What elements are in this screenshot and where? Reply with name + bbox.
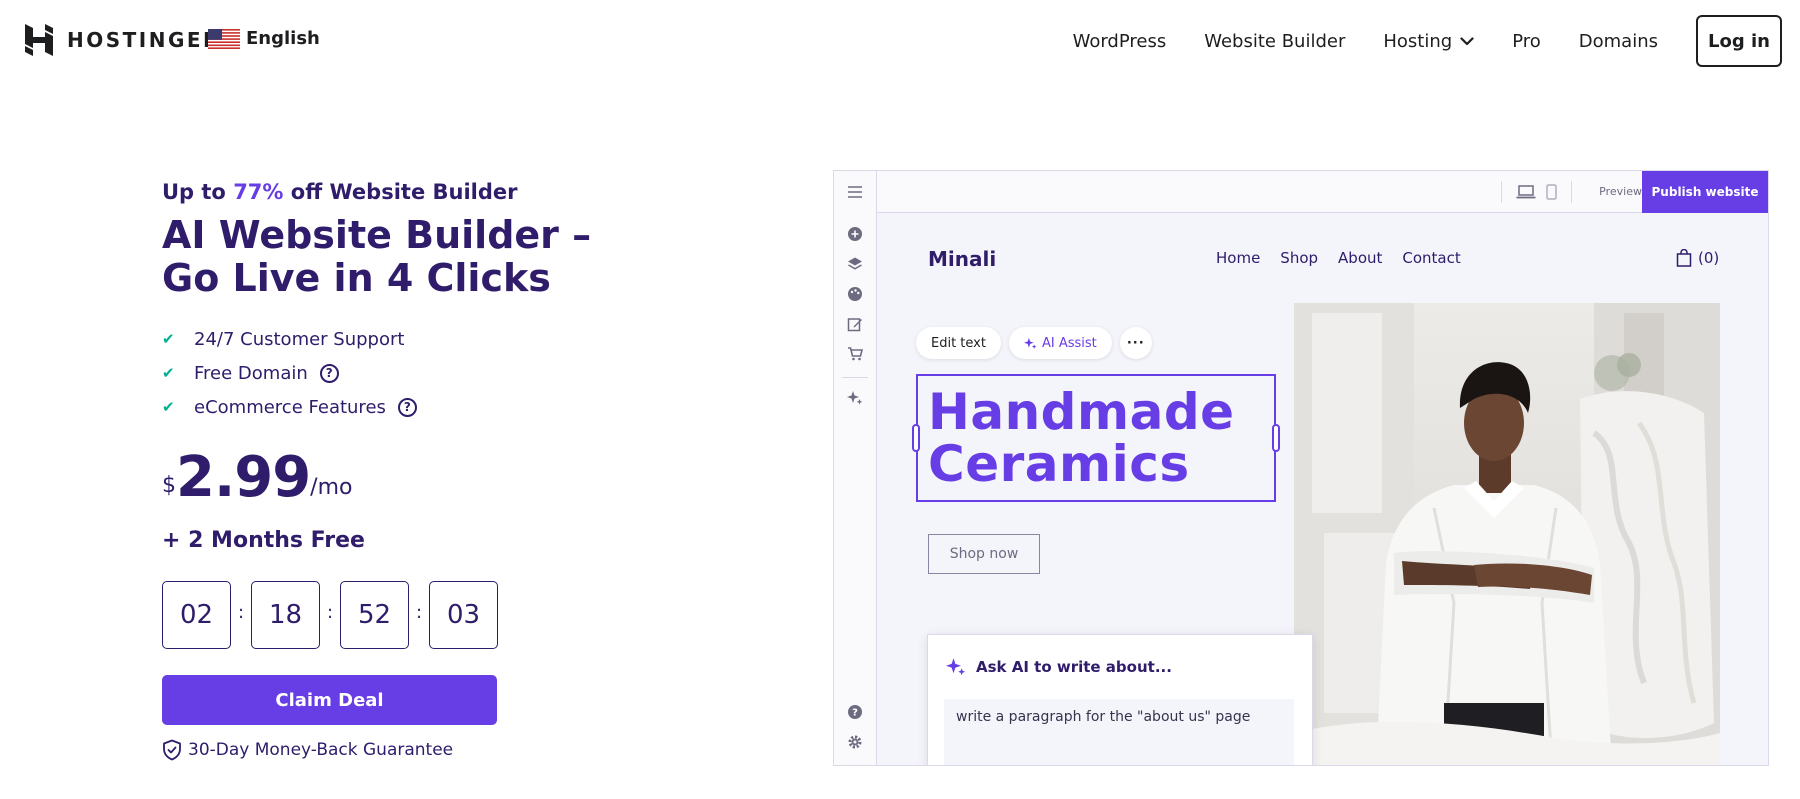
timer-separator: :	[415, 601, 423, 623]
site-nav-shop[interactable]: Shop	[1280, 249, 1318, 267]
promo-suffix: off Website Builder	[290, 180, 518, 204]
shopping-bag-icon	[1676, 249, 1692, 267]
feature-label: 24/7 Customer Support	[194, 328, 405, 350]
layers-icon[interactable]	[846, 255, 864, 273]
cart-count: (0)	[1698, 249, 1720, 267]
more-options-icon[interactable]: ···	[1119, 327, 1152, 359]
svg-text:?: ?	[852, 708, 858, 719]
site-nav-about[interactable]: About	[1338, 249, 1382, 267]
site-logo: Minali	[928, 247, 997, 271]
page-title: AI Website Builder – Go Live in 4 Clicks	[162, 213, 592, 300]
site-header: HOSTINGER English WordPress Website Buil…	[0, 0, 1800, 82]
timer-minutes: 52	[340, 581, 409, 649]
mobile-view-icon[interactable]	[1546, 184, 1557, 200]
headline-line: Handmade	[928, 383, 1235, 441]
ai-writer-header: Ask AI to write about...	[946, 657, 1172, 677]
brand-name: HOSTINGER	[67, 28, 221, 52]
login-button[interactable]: Log in	[1696, 15, 1782, 67]
language-label: English	[246, 28, 320, 49]
chevron-down-icon	[1460, 36, 1474, 45]
nav-domains[interactable]: Domains	[1579, 31, 1658, 52]
hero-photo-illustration	[1294, 303, 1720, 765]
editor-topbar: Preview Publish website	[877, 171, 1768, 213]
resize-handle-right[interactable]	[1272, 424, 1280, 452]
hero-section: Up to 77% off Website Builder AI Website…	[162, 180, 722, 761]
timer-separator: :	[237, 601, 245, 623]
help-icon[interactable]: ?	[846, 703, 864, 721]
language-selector[interactable]: English	[208, 28, 320, 49]
nav-hosting-label: Hosting	[1383, 30, 1453, 52]
feature-label: eCommerce Features	[194, 396, 386, 418]
price-currency: $	[162, 473, 176, 498]
us-flag-icon	[208, 28, 240, 49]
builder-mockup: ? Preview Publish website Minali Home Sh…	[833, 170, 1769, 766]
nav-hosting[interactable]: Hosting	[1383, 31, 1474, 52]
edit-text-button[interactable]: Edit text	[916, 327, 1001, 359]
site-cart[interactable]: (0)	[1676, 249, 1719, 267]
site-nav-contact[interactable]: Contact	[1402, 249, 1460, 267]
check-icon: ✔	[162, 364, 175, 382]
feature-item: ✔ 24/7 Customer Support	[162, 322, 722, 356]
cart-icon[interactable]	[846, 345, 864, 363]
text-edit-toolbar: Edit text AI Assist ···	[916, 327, 1152, 359]
feature-list: ✔ 24/7 Customer Support ✔ Free Domain ? …	[162, 322, 722, 424]
nav-wordpress[interactable]: WordPress	[1073, 31, 1167, 52]
ai-writer-panel: Ask AI to write about... write a paragra…	[927, 634, 1313, 765]
add-element-icon[interactable]	[846, 225, 864, 243]
edit-page-icon[interactable]	[846, 315, 864, 333]
ai-sparkle-icon	[1023, 337, 1037, 349]
publish-website-button[interactable]: Publish website	[1642, 171, 1768, 213]
timer-days: 02	[162, 581, 231, 649]
ai-assist-button[interactable]: AI Assist	[1008, 327, 1112, 359]
nav-pro[interactable]: Pro	[1512, 31, 1541, 52]
promo-prefix: Up to	[162, 180, 226, 204]
menu-icon[interactable]	[846, 183, 864, 201]
preview-button[interactable]: Preview	[1599, 185, 1642, 198]
price-period: /mo	[310, 475, 353, 500]
check-icon: ✔	[162, 330, 175, 348]
site-headline: Handmade Ceramics	[928, 386, 1235, 490]
palette-icon[interactable]	[846, 285, 864, 303]
check-icon: ✔	[162, 398, 175, 416]
hostinger-logo[interactable]: HOSTINGER	[25, 24, 221, 56]
guarantee-label: 30-Day Money-Back Guarantee	[188, 740, 454, 760]
gear-icon[interactable]	[846, 733, 864, 751]
ai-sparkle-icon[interactable]	[846, 389, 864, 407]
hero-photo	[1294, 303, 1720, 765]
promo-banner: Up to 77% off Website Builder	[162, 180, 722, 204]
sidebar-divider	[842, 377, 868, 378]
ai-writer-title: Ask AI to write about...	[976, 658, 1172, 676]
headline-line: Ceramics	[928, 435, 1190, 493]
ai-assist-label: AI Assist	[1041, 335, 1097, 351]
feature-item: ✔ eCommerce Features ?	[162, 390, 722, 424]
timer-hours: 18	[251, 581, 320, 649]
selected-headline[interactable]: Handmade Ceramics	[912, 374, 1280, 502]
price-amount: 2.99	[176, 445, 311, 510]
editor-sidebar: ?	[834, 171, 877, 765]
hostinger-logo-icon	[25, 24, 53, 56]
site-nav: Home Shop About Contact	[1216, 249, 1461, 267]
ai-sparkle-icon	[946, 658, 966, 676]
feature-item: ✔ Free Domain ?	[162, 356, 722, 390]
timer-separator: :	[326, 601, 334, 623]
shop-now-button[interactable]: Shop now	[928, 534, 1040, 574]
price: $ 2.99 /mo	[162, 450, 722, 506]
shield-check-icon	[163, 739, 181, 761]
help-icon[interactable]: ?	[397, 397, 417, 417]
site-nav-home[interactable]: Home	[1216, 249, 1260, 267]
timer-seconds: 03	[429, 581, 498, 649]
desktop-view-icon[interactable]	[1516, 185, 1536, 199]
claim-deal-button[interactable]: Claim Deal	[162, 675, 497, 725]
promo-discount: 77%	[233, 180, 284, 204]
ai-prompt-input[interactable]: write a paragraph for the "about us" pag…	[944, 699, 1294, 765]
nav-website-builder[interactable]: Website Builder	[1204, 31, 1345, 52]
device-switcher	[1501, 181, 1572, 203]
money-back-guarantee: 30-Day Money-Back Guarantee	[162, 739, 722, 761]
feature-label: Free Domain	[194, 362, 308, 384]
bonus-months: + 2 Months Free	[162, 528, 365, 553]
countdown-timer: 02 : 18 : 52 : 03	[162, 581, 722, 649]
help-icon[interactable]: ?	[319, 363, 339, 383]
resize-handle-left[interactable]	[912, 424, 920, 452]
main-nav: WordPress Website Builder Hosting Pro Do…	[1073, 0, 1800, 82]
